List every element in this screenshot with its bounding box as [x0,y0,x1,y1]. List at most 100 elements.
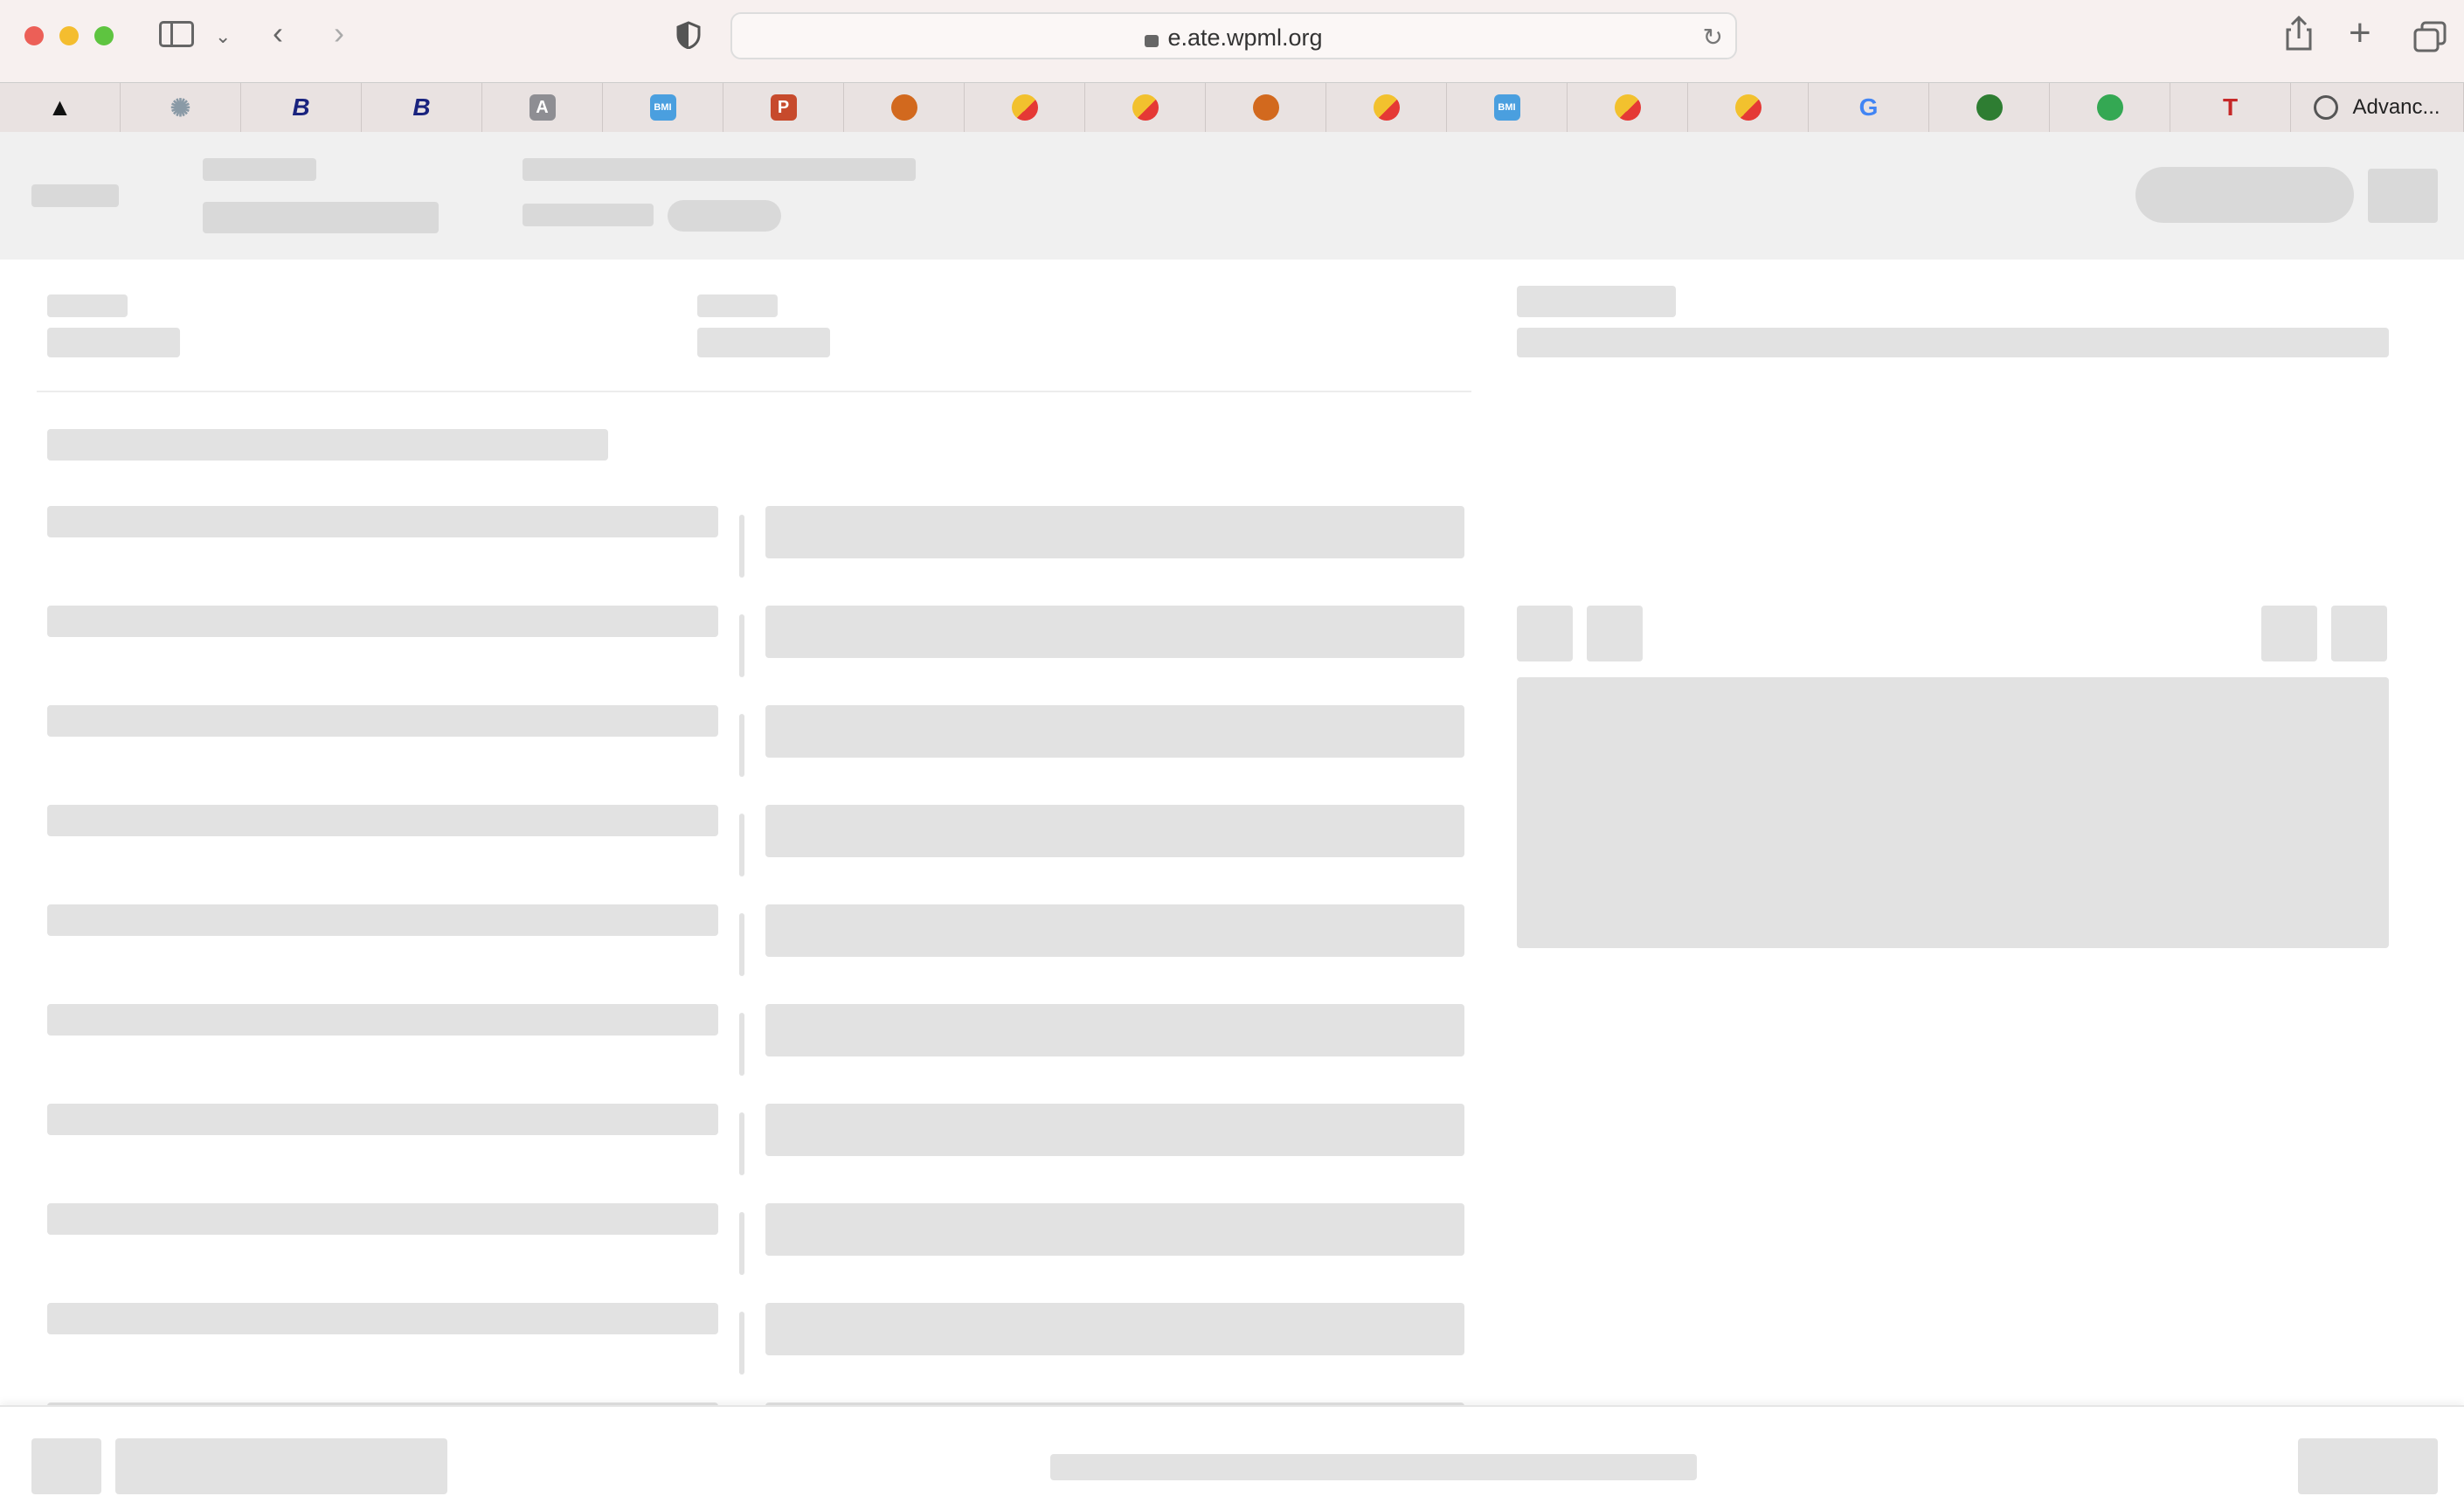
browser-tab[interactable] [844,83,965,132]
url-text: e.ate.wpml.org [1167,24,1323,51]
skeleton-block [203,202,439,233]
chevron-down-icon[interactable]: ⌄ [215,21,231,52]
b-logo-icon: B [292,94,310,121]
skeleton-button [1587,606,1643,661]
triangle-logo-icon: ▲ [47,94,73,121]
forward-icon[interactable]: › [334,17,344,49]
t-logo-icon: T [2222,94,2239,121]
address-bar[interactable]: e.ate.wpml.org ↻ [730,12,1737,59]
skeleton-block [1517,286,1676,317]
skeleton-row-divider [739,1212,744,1275]
orange-ball-icon [1252,94,1279,121]
leaf-icon [1976,94,2003,121]
skeleton-button [2368,169,2438,223]
skeleton-button [2331,606,2387,661]
skeleton-row-field [765,1104,1464,1156]
browser-tab[interactable]: ✺ [121,83,241,132]
shield-icon[interactable] [676,21,701,50]
skeleton-row-field [765,805,1464,857]
browser-tab[interactable]: BMI [1447,83,1568,132]
skeleton-row-field [765,606,1464,658]
skeleton-row-divider [739,913,744,976]
skeleton-row-divider [739,1013,744,1076]
skeleton-preview [1517,677,2389,948]
globe-icon: ✺ [170,94,191,121]
skeleton-block [115,1438,447,1494]
browser-toolbar: ⌄ ‹ › e.ate.wpml.org ↻ + [0,0,2464,82]
skeleton-row-field [765,904,1464,957]
browser-tab[interactable] [1688,83,1809,132]
skeleton-row-label [47,506,718,537]
google-icon: G [1858,94,1879,121]
skeleton-row-field [765,506,1464,558]
skeleton-row-divider [739,1312,744,1375]
yellow-red-icon [1011,94,1038,121]
browser-tab[interactable] [1326,83,1447,132]
powerpoint-icon: P [770,94,797,121]
skeleton-row-divider [739,614,744,677]
browser-tab[interactable]: T [2170,83,2291,132]
skeleton-row-field [765,705,1464,758]
yellow-red-icon [1132,94,1159,121]
close-window-button[interactable] [24,26,44,45]
skeleton-row-divider [739,714,744,777]
skeleton-row-label [47,1004,718,1036]
skeleton-block [1517,328,2389,357]
maps-pin-icon [2096,94,2123,121]
skeleton-block [1050,1454,1697,1480]
skeleton-row-field [765,1203,1464,1256]
footer-skeleton [0,1405,2464,1510]
browser-tab[interactable] [1929,83,2050,132]
skeleton-block [31,184,119,207]
browser-tab[interactable]: BMI [603,83,723,132]
browser-tab[interactable] [1206,83,1326,132]
skeleton-row-label [47,606,718,637]
skeleton-row-divider [739,814,744,876]
skeleton-row-divider [739,515,744,578]
browser-tab[interactable] [1085,83,1206,132]
skeleton-row-label [47,1104,718,1135]
browser-tab[interactable]: B [362,83,482,132]
skeleton-block [523,158,916,181]
share-icon[interactable] [2284,15,2314,55]
skeleton-block [523,204,654,226]
skeleton-row-label [47,705,718,737]
browser-tab[interactable] [2050,83,2170,132]
skeleton-block [47,429,608,461]
divider [37,391,1471,392]
yellow-red-icon [1614,94,1641,121]
skeleton-row-field [765,1004,1464,1056]
plus-icon[interactable]: + [2349,14,2371,52]
skeleton-block [47,328,180,357]
lock-icon [1145,34,1159,47]
yellow-red-icon [1734,94,1761,121]
skeleton-row-label [47,1203,718,1235]
bmi-logo-icon: BMI [1493,94,1520,121]
yellow-red-icon [1373,94,1400,121]
browser-tab[interactable]: B [241,83,362,132]
browser-tab[interactable]: ▲ [0,83,121,132]
back-icon[interactable]: ‹ [273,17,283,49]
skeleton-row-label [47,805,718,836]
zoom-window-button[interactable] [94,26,114,45]
browser-tab[interactable] [965,83,1085,132]
loading-icon [2314,95,2339,120]
sidebar-icon[interactable] [159,21,194,47]
browser-tab[interactable]: G [1809,83,1929,132]
browser-tab[interactable]: A [482,83,603,132]
skeleton-button [2261,606,2317,661]
tabs-overview-icon[interactable] [2413,21,2447,57]
bmi-logo-icon: BMI [649,94,676,121]
tab-bar: ▲ ✺ B B A BMI P BMI G T Advanc... [0,82,2464,133]
main-content-skeleton [0,260,2464,1474]
browser-tab[interactable]: Advanc... [2291,83,2464,132]
skeleton-block [47,294,128,317]
minimize-window-button[interactable] [59,26,79,45]
browser-tab[interactable]: P [723,83,844,132]
skeleton-row-label [47,1303,718,1334]
reload-icon[interactable]: ↻ [1703,23,1723,52]
b-logo-icon: B [412,94,431,121]
browser-tab[interactable] [1568,83,1688,132]
skeleton-button [2298,1438,2438,1494]
skeleton-row-divider [739,1112,744,1175]
